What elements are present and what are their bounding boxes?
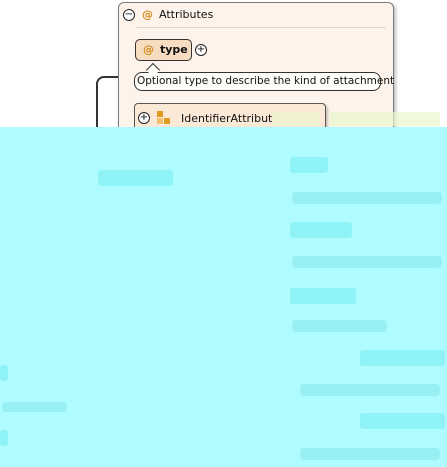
type-at-icon: @ xyxy=(143,43,154,56)
ghost-text-bar xyxy=(292,256,442,268)
type-attribute-label: type xyxy=(160,43,188,56)
ghost-pill xyxy=(98,170,173,186)
ghost-text-bar xyxy=(300,448,440,460)
attributes-title: Attributes xyxy=(159,8,214,21)
render-artifact xyxy=(272,112,320,126)
identifier-group-label: IdentifierAttribut xyxy=(181,112,273,125)
ghost-pill xyxy=(290,157,328,173)
ghost-pill xyxy=(360,350,445,366)
ghost-pill xyxy=(290,222,352,238)
ghost-text-bar xyxy=(292,320,387,332)
ghost-pill xyxy=(0,430,8,446)
attribute-group-icon xyxy=(157,111,170,124)
collapse-icon[interactable]: − xyxy=(123,9,135,21)
ghost-text-bar xyxy=(292,192,442,204)
ghost-text-bar xyxy=(300,384,440,396)
ghost-pill xyxy=(360,413,445,429)
render-artifact-strip xyxy=(330,112,440,126)
ghost-pill xyxy=(290,288,356,304)
expand-identifier-icon[interactable]: + xyxy=(138,112,150,124)
tooltip-text: Optional type to describe the kind of at… xyxy=(137,75,395,87)
expand-type-icon[interactable]: + xyxy=(195,44,207,56)
header-divider xyxy=(136,27,386,28)
attribute-at-icon: @ xyxy=(142,8,153,21)
ghost-text-bar xyxy=(2,402,67,412)
ghost-pill xyxy=(0,365,8,381)
